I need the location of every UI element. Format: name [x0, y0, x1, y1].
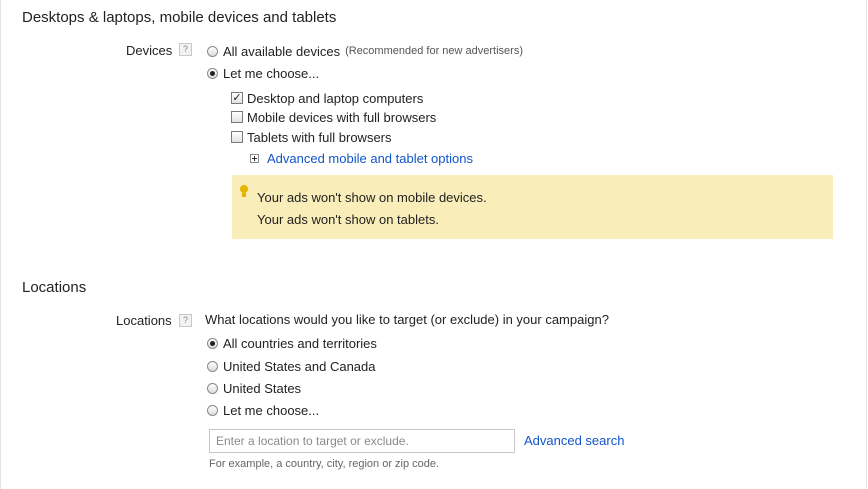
radio-button-icon[interactable] [207, 360, 218, 372]
radio-all-available-devices[interactable]: All available devices (Recommended for n… [207, 42, 523, 60]
locations-section-title: Locations [22, 279, 87, 296]
radio-label: United States [223, 380, 302, 396]
checkbox-desktop-laptop[interactable]: ✓ Desktop and laptop computers [231, 89, 423, 107]
radio-united-states[interactable]: United States [207, 379, 301, 397]
checkbox-label: Mobile devices with full browsers [247, 109, 437, 125]
radio-button-selected-icon[interactable] [207, 337, 218, 349]
radio-label: All countries and territories [223, 335, 377, 351]
radio-button-icon[interactable] [207, 404, 218, 416]
radio-button-icon[interactable] [207, 45, 218, 57]
radio-button-icon[interactable] [207, 382, 218, 394]
radio-label: All available devices [223, 43, 341, 59]
locations-help-icon[interactable]: ? [179, 314, 192, 327]
advanced-mobile-tablet-options[interactable]: Advanced mobile and tablet options [250, 150, 473, 166]
radio-button-selected-icon[interactable] [207, 67, 218, 79]
devices-section-title: Desktops & laptops, mobile devices and t… [22, 9, 337, 26]
radio-label: Let me choose... [223, 402, 320, 418]
radio-let-me-choose-locations[interactable]: Let me choose... [207, 401, 319, 419]
radio-us-and-canada[interactable]: United States and Canada [207, 357, 376, 375]
expand-plus-icon[interactable] [250, 153, 259, 163]
locations-field-label: Locations [116, 313, 172, 328]
radio-all-countries[interactable]: All countries and territories [207, 334, 377, 352]
checkbox-label: Desktop and laptop computers [247, 90, 424, 106]
locations-question: What locations would you like to target … [205, 312, 609, 327]
checkbox-mobile-devices[interactable]: Mobile devices with full browsers [231, 108, 436, 126]
lightbulb-icon [240, 185, 248, 199]
checkbox-label: Tablets with full browsers [247, 129, 392, 145]
radio-label: United States and Canada [223, 358, 376, 374]
device-warning-box: Your ads won't show on mobile devices. Y… [232, 175, 833, 239]
radio-label: Let me choose... [223, 65, 320, 81]
checkbox-tablets[interactable]: Tablets with full browsers [231, 128, 392, 146]
checkbox-icon[interactable] [231, 131, 243, 143]
advanced-search-link[interactable]: Advanced search [524, 433, 624, 448]
checkbox-icon[interactable] [231, 111, 243, 123]
warning-tablets-text: Your ads won't show on tablets. [257, 212, 439, 227]
recommended-note: (Recommended for new advertisers) [345, 45, 523, 57]
location-search-input[interactable] [209, 429, 515, 453]
checkbox-checked-icon[interactable]: ✓ [231, 92, 243, 104]
location-example-hint: For example, a country, city, region or … [209, 458, 440, 470]
page-frame [0, 0, 867, 489]
radio-let-me-choose-devices[interactable]: Let me choose... [207, 64, 319, 82]
advanced-mobile-tablet-link[interactable]: Advanced mobile and tablet options [267, 151, 473, 166]
devices-field-label: Devices [126, 43, 173, 58]
warning-mobile-text: Your ads won't show on mobile devices. [257, 190, 487, 205]
devices-help-icon[interactable]: ? [179, 43, 192, 56]
